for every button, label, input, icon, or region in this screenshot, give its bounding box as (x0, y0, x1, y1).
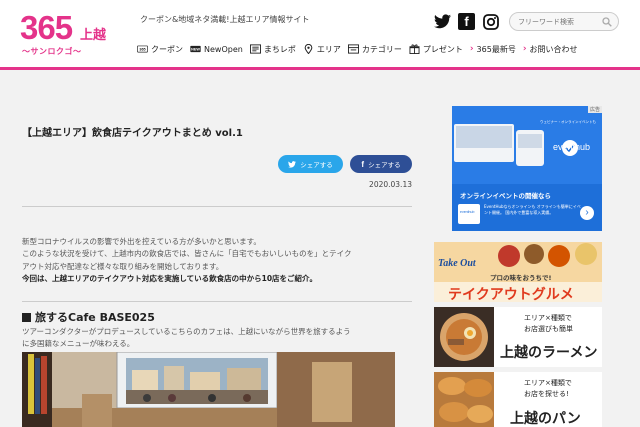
article-intro: 新型コロナウイルスの影響で外出を控えている方が多いかと思います。 このような状況… (22, 236, 412, 286)
ad-logo-text: eventhub (460, 210, 475, 214)
ad-arrow-button[interactable]: › (580, 206, 594, 220)
logo-subtitle: 〜サンロクゴ〜 (22, 47, 82, 56)
shop-heading: 旅するCafe BASE025 (22, 309, 155, 325)
facebook-icon[interactable]: f (458, 13, 475, 30)
chevron-right-icon: › (469, 44, 474, 54)
search-box (509, 12, 619, 31)
logo-number: 365 (20, 9, 73, 46)
nav-present-label: プレゼント (422, 44, 463, 54)
banner-joetsu-bread[interactable]: エリア×種類で お店を探せる! 上越のパン (434, 372, 602, 427)
square-bullet-icon (22, 312, 31, 322)
intro-line: このような状況を受けて、上越市内の飲食店では、皆さんに「自宅でもおいしいものを」… (22, 249, 352, 259)
nav-coupon-label: クーポン (151, 44, 183, 54)
ramen-subtitle: エリア×種類で (524, 314, 572, 322)
share-twitter-button[interactable]: シェアする (278, 155, 343, 173)
nav-latest-issue-label: 365最新号 (476, 44, 516, 54)
svg-text:365: 365 (139, 48, 145, 52)
banner-takeout-gourmet[interactable]: Take Out プロの味をおうちで! テイクアウトグルメ (434, 242, 602, 302)
bread-subtitle: エリア×種類で (524, 379, 572, 387)
nav-category[interactable]: カテゴリー (347, 42, 402, 56)
main-nav: 365 クーポン NEW NewOpen まちレポ エリア カテゴリー プレゼン… (137, 42, 578, 56)
banner-joetsu-ramen[interactable]: エリア×種類で お店選びも簡単 上越のラーメン (434, 307, 602, 367)
intro-highlight: 今回は、上越エリアのテイクアウト対応を実施している飲食店の中から10店をご紹介。 (22, 274, 318, 284)
ad-screen-caption: ウェビナー・オンラインイベントも (540, 120, 596, 124)
nav-newopen-label: NewOpen (204, 44, 243, 54)
nav-latest-issue[interactable]: › 365最新号 (470, 42, 516, 56)
description-line: に多国籍なメニューが味わえる。 (22, 339, 135, 349)
divider (22, 301, 412, 302)
article-title: 【上越エリア】飲食店テイクアウトまとめ vol.1 (22, 128, 243, 139)
ramen-title: 上越のラーメン (500, 345, 598, 361)
site-header: 365 上越 〜サンロクゴ〜 クーポン&地域ネタ満載!上越エリア情報サイト f … (0, 0, 640, 70)
facebook-icon: f (361, 159, 365, 169)
nav-report-label: まちレポ (263, 44, 296, 54)
chevron-right-icon: › (522, 44, 527, 54)
instagram-icon[interactable] (482, 13, 499, 30)
report-icon (249, 44, 261, 54)
description-line: ツアーコンダクターがプロデュースしているこちらのカフェは、上越にいながら世界を旅… (22, 327, 351, 336)
eventhub-ad[interactable]: 広告 ウェビナー・オンラインイベントも eventhub オンラインイベントの開… (452, 106, 602, 231)
nav-present[interactable]: プレゼント (409, 42, 463, 56)
shop-description: ツアーコンダクターがプロデュースしているこちらのカフェは、上越にいながら世界を旅… (22, 326, 412, 351)
share-facebook-label: シェアする (368, 161, 401, 169)
publish-date: 2020.03.13 (369, 180, 412, 189)
search-input[interactable] (518, 14, 598, 29)
divider (22, 206, 412, 207)
bread-subtitle: お店を探せる! (524, 390, 569, 398)
shop-photo (22, 352, 395, 427)
nav-contact[interactable]: › お問い合わせ (523, 42, 578, 56)
category-icon (347, 44, 359, 54)
coupon-icon: 365 (137, 45, 148, 53)
ad-tag: 広告 (587, 106, 602, 113)
map-pin-icon (304, 44, 313, 54)
logo-city: 上越 (80, 28, 107, 43)
takeout-subtitle: プロの味をおうちで! (490, 274, 552, 282)
twitter-icon[interactable] (434, 13, 451, 30)
shop-name: 旅するCafe BASE025 (35, 311, 155, 324)
new-icon: NEW (190, 45, 201, 53)
site-tagline: クーポン&地域ネタ満載!上越エリア情報サイト (140, 15, 310, 24)
gift-icon (409, 44, 420, 54)
nav-coupon[interactable]: 365 クーポン (137, 42, 183, 56)
share-twitter-label: シェアする (300, 161, 333, 169)
intro-line: 新型コロナウイルスの影響で外出を控えている方が多いかと思います。 (22, 237, 261, 246)
nav-report[interactable]: まちレポ (249, 42, 296, 56)
twitter-icon (288, 160, 297, 168)
takeout-title: テイクアウトグルメ (448, 287, 574, 302)
site-logo[interactable]: 365 上越 〜サンロクゴ〜 (20, 8, 112, 60)
nav-newopen[interactable]: NEW NewOpen (190, 42, 243, 56)
intro-line: アウト対応や配達など様々な取り組みを開始しております。 (22, 261, 224, 271)
bread-title: 上越のパン (510, 411, 581, 427)
search-icon[interactable] (602, 17, 612, 27)
svg-text:NEW: NEW (191, 48, 200, 52)
eventhub-brand: eventhub (553, 142, 591, 152)
nav-area-label: エリア (316, 44, 341, 54)
ramen-subtitle: お店選びも簡単 (524, 325, 573, 333)
nav-contact-label: お問い合わせ (529, 44, 578, 54)
takeout-script: Take Out (438, 258, 476, 269)
nav-category-label: カテゴリー (361, 44, 402, 54)
ad-small-text: EventHubならオンラインも オフラインも簡単にイベント開催。 国内外で豊富… (484, 204, 581, 215)
share-facebook-button[interactable]: f シェアする (350, 155, 412, 173)
ad-logo-box (458, 204, 480, 224)
nav-area[interactable]: エリア (303, 42, 341, 56)
ad-headline: オンラインイベントの開催なら (460, 192, 551, 200)
